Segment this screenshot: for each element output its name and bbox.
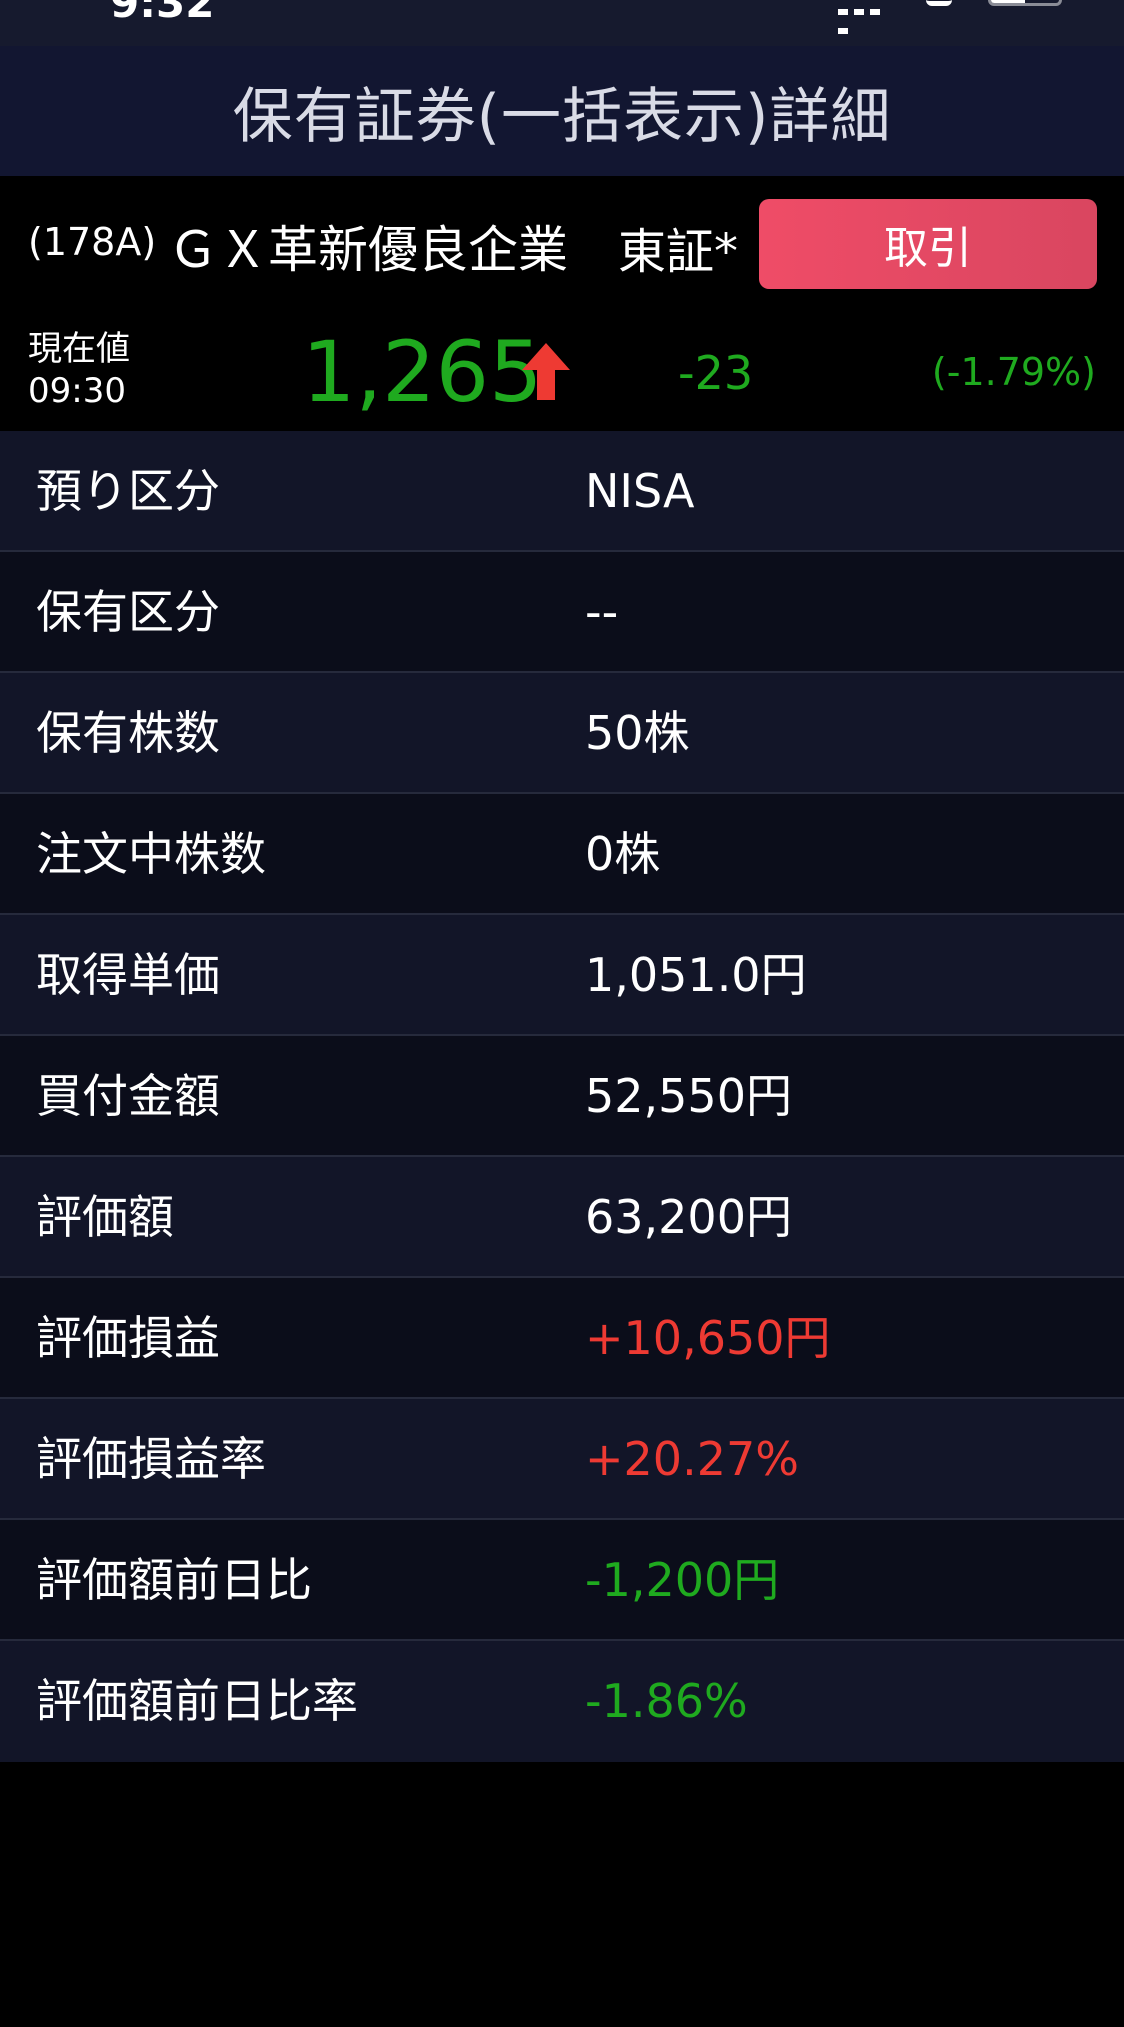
detail-value: -- [585, 585, 619, 639]
detail-label: 保有区分 [36, 585, 220, 639]
detail-label: 買付金額 [36, 1069, 220, 1123]
detail-value: 52,550円 [585, 1069, 792, 1123]
detail-row-unrealized-pl: 評価損益 +10,650円 [0, 1278, 1124, 1399]
detail-row-valuation-day-change-rate: 評価額前日比率 -1.86% [0, 1641, 1124, 1762]
detail-value: -1,200円 [585, 1553, 780, 1607]
detail-row-deposit-type: 預り区分 NISA [0, 431, 1124, 552]
market-name: 東証* [618, 224, 739, 280]
price-change: -23 [678, 346, 754, 400]
detail-value: -1.86% [585, 1674, 748, 1728]
detail-label: 保有株数 [36, 706, 220, 760]
up-arrow-icon [522, 343, 570, 400]
price-time: 09:30 [28, 371, 126, 411]
holding-detail-table: 預り区分 NISA 保有区分 -- 保有株数 50株 注文中株数 0株 取得単価… [0, 431, 1124, 1762]
detail-row-valuation: 評価額 63,200円 [0, 1157, 1124, 1278]
title-bar: 保有証券(一括表示)詳細 [0, 46, 1124, 176]
current-price-label: 現在値 [28, 329, 130, 369]
detail-value: +10,650円 [585, 1311, 831, 1365]
detail-label: 評価額 [36, 1190, 174, 1244]
status-bar: 9:32 [0, 0, 1124, 46]
detail-row-shares-on-order: 注文中株数 0株 [0, 794, 1124, 915]
current-price: 1,265 [302, 323, 543, 421]
detail-label: 注文中株数 [36, 827, 266, 881]
detail-value: 63,200円 [585, 1190, 792, 1244]
detail-row-holding-type: 保有区分 -- [0, 552, 1124, 673]
trade-button[interactable]: 取引 [759, 199, 1097, 289]
detail-row-purchase-amount: 買付金額 52,550円 [0, 1036, 1124, 1157]
detail-row-shares-held: 保有株数 50株 [0, 673, 1124, 794]
detail-label: 評価額前日比率 [36, 1674, 358, 1728]
cellular-signal-icon [838, 0, 900, 34]
detail-label: 評価額前日比 [36, 1553, 312, 1607]
detail-label: 評価損益率 [36, 1432, 266, 1486]
detail-value: 50株 [585, 706, 690, 760]
detail-row-acquisition-price: 取得単価 1,051.0円 [0, 915, 1124, 1036]
status-time: 9:32 [110, 0, 215, 27]
page-title: 保有証券(一括表示)詳細 [232, 81, 892, 152]
detail-label: 取得単価 [36, 948, 220, 1002]
detail-value: +20.27% [585, 1432, 799, 1486]
detail-row-unrealized-pl-rate: 評価損益率 +20.27% [0, 1399, 1124, 1520]
detail-row-valuation-day-change: 評価額前日比 -1,200円 [0, 1520, 1124, 1641]
detail-value: 0株 [585, 827, 661, 881]
stock-code: (178A) [28, 220, 157, 264]
detail-value: NISA [585, 464, 695, 518]
detail-label: 評価損益 [36, 1311, 220, 1365]
battery-icon [988, 0, 1062, 6]
detail-label: 預り区分 [36, 464, 220, 518]
price-change-percent: (-1.79%) [931, 350, 1096, 394]
wifi-icon [926, 0, 952, 6]
detail-value: 1,051.0円 [585, 948, 807, 1002]
stock-name: ＧＸ革新優良企業 [168, 221, 568, 279]
